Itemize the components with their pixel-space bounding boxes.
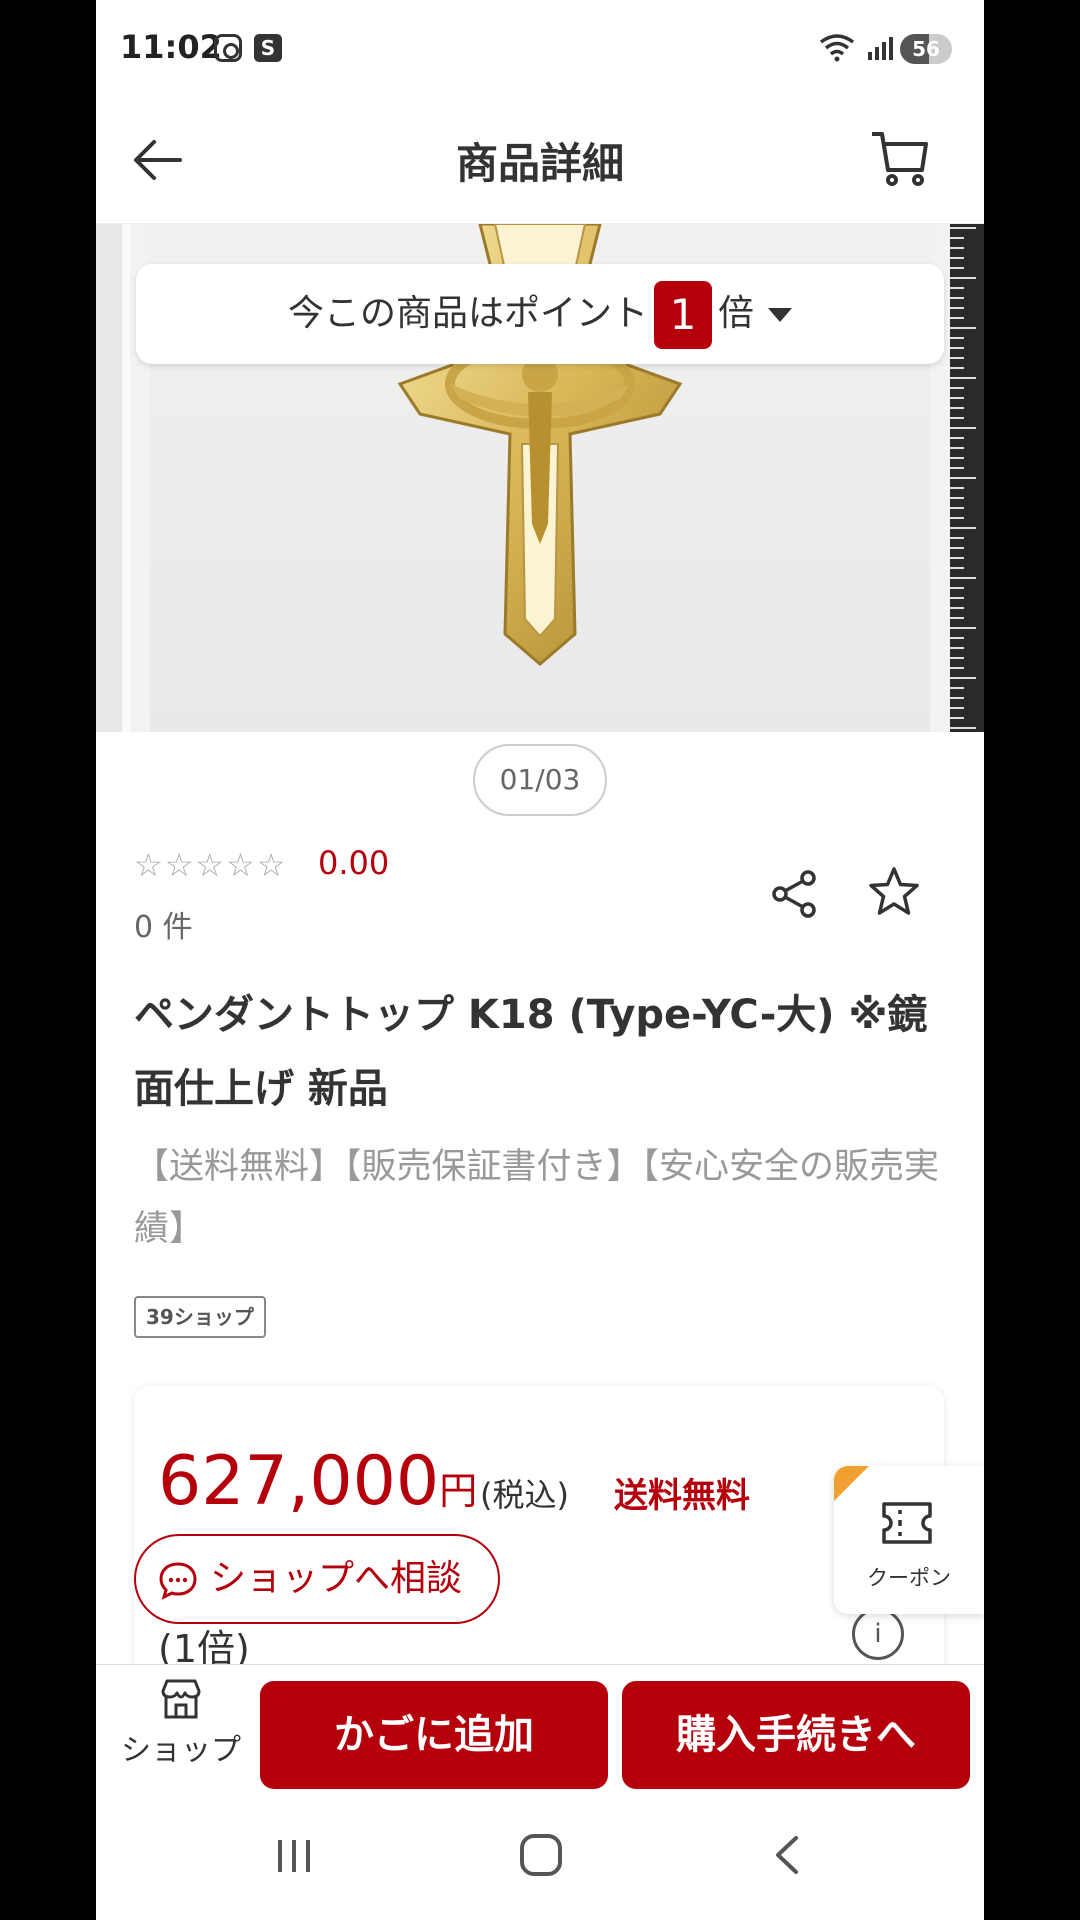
coupon-button[interactable]: クーポン: [834, 1466, 984, 1614]
cart-icon[interactable]: [868, 126, 932, 190]
system-navigation-bar: [96, 1792, 984, 1920]
tax-label: (税込): [480, 1476, 569, 1514]
star-outline-icon[interactable]: [868, 866, 920, 918]
shop-tag-badge: 39ショップ: [134, 1296, 266, 1338]
share-icon[interactable]: [768, 868, 820, 920]
wifi-icon: [819, 34, 855, 62]
previous-image-peek: [96, 224, 130, 732]
coupon-corner-ribbon: [834, 1466, 881, 1511]
screen: 11:02 S 56 商品詳細 今この商品はポイント 1 倍 01/03 ☆☆☆…: [96, 0, 984, 1920]
add-to-cart-button[interactable]: かごに追加: [260, 1681, 608, 1789]
shop-label: ショップ: [121, 1733, 241, 1768]
points-multiplier-badge: 1: [654, 281, 712, 349]
price: 627,000円: [158, 1442, 477, 1521]
consult-shop-label: ショップへ相談: [210, 1558, 463, 1599]
shop-icon: [161, 1679, 201, 1719]
app-notification-icon: S: [254, 34, 282, 62]
price-unit: 円: [439, 1469, 478, 1513]
status-bar: 11:02 S 56: [96, 0, 984, 100]
home-icon[interactable]: [520, 1834, 562, 1876]
status-time: 11:02: [120, 28, 222, 66]
rating-value: 0.00: [318, 844, 390, 882]
ticket-icon: [882, 1502, 932, 1544]
recent-apps-icon[interactable]: [274, 1838, 314, 1874]
signal-icon: [868, 37, 893, 60]
rating-stars: ☆☆☆☆☆: [134, 846, 288, 884]
bottom-action-bar: ショップ かごに追加 購入手続きへ: [96, 1664, 984, 1792]
consult-shop-button[interactable]: ショップへ相談: [134, 1534, 500, 1624]
system-back-icon[interactable]: [772, 1834, 802, 1876]
shop-button[interactable]: ショップ: [106, 1677, 256, 1781]
image-pager-indicator: 01/03: [473, 744, 607, 816]
next-image-peek: [950, 224, 984, 732]
battery-indicator: 56: [900, 34, 952, 64]
price-amount: 627,000: [158, 1442, 440, 1521]
coupon-label: クーポン: [867, 1566, 951, 1590]
instagram-icon: [214, 34, 242, 62]
product-image-gallery[interactable]: 今この商品はポイント 1 倍: [96, 224, 984, 732]
product-catchcopy: 【送料無料】【販売保証書付き】【安心安全の販売実績】: [134, 1147, 940, 1249]
checkout-button[interactable]: 購入手続きへ: [622, 1681, 970, 1789]
product-title: ペンダントトップ K18 (Type-YC-大) ※鏡面仕上げ 新品: [134, 992, 928, 1112]
battery-level: 56: [912, 37, 940, 61]
chat-icon: [159, 1562, 197, 1600]
review-count[interactable]: 0 件: [134, 902, 193, 946]
chevron-down-icon[interactable]: [768, 308, 793, 322]
top-app-bar: 商品詳細: [96, 100, 984, 224]
info-icon[interactable]: i: [852, 1608, 904, 1660]
points-banner-suffix: 倍: [718, 293, 755, 334]
ruler-scale: [950, 227, 976, 729]
page-title: 商品詳細: [455, 139, 624, 188]
points-banner-prefix: 今この商品はポイント: [287, 293, 648, 334]
points-multiplier-banner[interactable]: 今この商品はポイント 1 倍: [136, 264, 944, 364]
free-shipping-label: 送料無料: [614, 1476, 750, 1516]
